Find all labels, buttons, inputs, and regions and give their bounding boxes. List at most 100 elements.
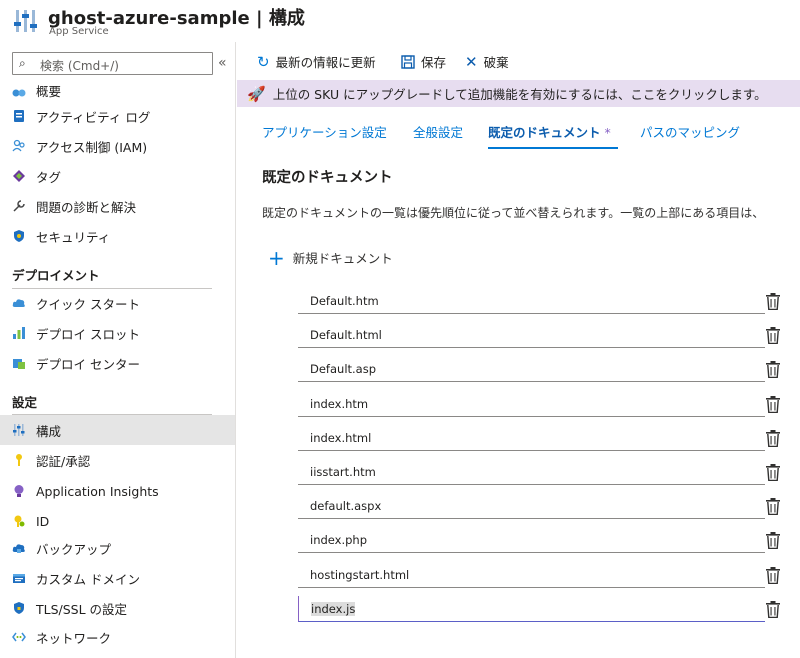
discard-button[interactable]: ✕ 破棄 [465,52,509,71]
tab-default-documents[interactable]: 既定のドキュメント * [488,122,611,141]
sidebar-item-iam[interactable]: アクセス制御 (IAM) [0,131,235,161]
network-icon [12,632,26,642]
document-input[interactable]: default.aspx [298,493,765,520]
search-input[interactable]: ⌕ 検索 (Cmd+/) [12,52,213,75]
lightbulb-icon [14,485,24,497]
active-tab-indicator [488,147,618,149]
delete-icon[interactable] [766,600,780,618]
tab-path-mappings[interactable]: パスのマッピング [640,122,740,141]
section-description: 既定のドキュメントの一覧は優先順位に従って並べ替えられます。一覧の上部にある項目… [262,206,765,220]
sidebar-item-deploy-center[interactable]: デプロイ センター [0,348,235,378]
sidebar-item-overview[interactable]: 概要 [0,74,235,100]
sidebar-item-slots[interactable]: デプロイ スロット [0,318,235,348]
plus-icon: + [268,245,285,270]
overview-icon [12,89,26,97]
delete-icon[interactable] [766,361,780,379]
command-bar: ↻ 最新の情報に更新 保存 ✕ 破棄 [237,42,800,78]
sidebar-item-label: カスタム ドメイン [36,571,140,587]
collapse-sidebar-button[interactable]: « [218,55,227,71]
sidebar-item-tags[interactable]: タグ [0,161,235,191]
sidebar-item-label: デプロイ スロット [36,326,140,342]
sidebar-item-backup[interactable]: バックアップ [0,533,235,563]
wrench-icon [13,200,25,212]
deploy-center-icon [13,359,25,369]
document-input[interactable]: iisstart.htm [298,459,765,485]
upgrade-banner[interactable]: 🚀 上位の SKU にアップグレードして追加機能を有効にするには、ここをクリック… [237,80,800,107]
sidebar-item-label: ネットワーク [36,630,112,646]
document-input[interactable]: hostingstart.html [298,562,765,588]
document-input[interactable]: index.php [298,527,765,554]
document-value: index.html [310,430,372,445]
discard-label: 破棄 [483,55,509,70]
document-row: Default.html [298,322,780,349]
document-row: index.php [298,527,780,554]
document-input[interactable]: Default.htm [298,288,765,314]
document-value: index.js [311,601,356,616]
sidebar-item-label: Application Insights [36,483,159,499]
sidebar-item-identity[interactable]: ID [0,506,235,536]
document-value: Default.html [310,328,382,343]
document-input[interactable]: index.js [298,595,765,622]
document-row: index.js [298,595,780,622]
document-input[interactable]: index.html [298,425,765,451]
delete-icon[interactable] [766,293,780,311]
document-row: Default.htm [298,288,780,314]
save-label: 保存 [421,55,447,70]
delete-icon[interactable] [766,532,780,550]
sidebar-item-label: 概要 [36,84,62,99]
sidebar-item-auth[interactable]: 認証/承認 [0,445,235,475]
document-input[interactable]: Default.html [298,322,765,349]
shield-icon [14,230,24,242]
app-service-config-icon [14,10,37,32]
document-input[interactable]: Default.asp [298,356,765,383]
delete-icon[interactable] [766,327,780,345]
refresh-button[interactable]: ↻ 最新の情報に更新 [257,52,376,71]
tab-app-settings[interactable]: アプリケーション設定 [262,122,387,141]
document-row: default.aspx [298,493,780,520]
sidebar-item-configuration[interactable]: 構成 [0,415,235,445]
sidebar-item-app-insights[interactable]: Application Insights [0,476,235,506]
backup-cloud-icon [12,544,25,553]
sidebar-item-activity-log[interactable]: アクティビティ ログ [0,101,235,131]
tab-label: 既定のドキュメント [488,125,601,140]
document-value: hostingstart.html [310,567,410,582]
activity-log-icon [14,110,24,122]
sidebar-item-label: ID [36,513,50,529]
sidebar-item-label: セキュリティ [36,229,111,245]
delete-icon[interactable] [766,429,780,447]
document-row: Default.asp [298,356,780,383]
iam-icon [12,139,25,152]
delete-icon[interactable] [766,566,780,584]
delete-icon[interactable] [766,395,780,413]
delete-icon[interactable] [766,464,780,482]
sidebar-item-label: 問題の診断と解決 [36,199,137,215]
document-row: index.html [298,425,780,451]
cloud-icon [12,299,25,307]
section-title-settings: 設定 [12,395,38,410]
sidebar: ⌕ 検索 (Cmd+/) « 概要 アクティビティ ログ アクセス制御 (IAM… [0,42,236,658]
close-icon: ✕ [465,52,478,71]
save-button[interactable]: 保存 [401,52,446,71]
blade-header: ghost-azure-sample | 構成 App Service [0,0,800,42]
document-row: hostingstart.html [298,562,780,588]
sidebar-item-custom-domain[interactable]: カスタム ドメイン [0,563,235,593]
document-value: iisstart.htm [310,465,376,479]
identity-icon [14,515,25,527]
sidebar-item-diagnose[interactable]: 問題の診断と解決 [0,191,235,221]
new-document-label: 新規ドキュメント [292,251,393,266]
delete-icon[interactable] [766,498,780,516]
sidebar-item-label: 認証/承認 [36,453,91,469]
refresh-icon: ↻ [257,52,270,71]
sidebar-item-security[interactable]: セキュリティ [0,221,235,251]
save-icon [401,54,415,69]
sidebar-item-tls[interactable]: TLS/SSL の設定 [0,593,235,623]
new-document-button[interactable]: + 新規ドキュメント [268,245,393,270]
document-input[interactable]: index.htm [298,391,765,417]
sidebar-item-quickstart[interactable]: クイック スタート [0,288,235,318]
key-icon [16,454,22,466]
sidebar-item-label: 構成 [36,423,62,439]
sidebar-item-label: デプロイ センター [36,356,140,372]
slots-icon [13,327,25,339]
sidebar-item-network[interactable]: ネットワーク [0,622,235,652]
tab-general-settings[interactable]: 全般設定 [413,122,463,141]
